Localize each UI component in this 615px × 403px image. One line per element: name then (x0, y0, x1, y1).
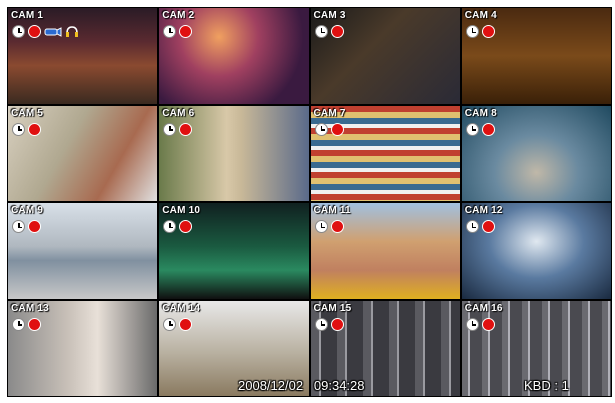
clock-icon (465, 25, 479, 38)
record-indicator-icon (28, 317, 41, 331)
camera-feed-12 (461, 203, 611, 299)
clock-icon (314, 317, 328, 331)
clock-icon (314, 25, 328, 38)
camera-tile-2[interactable]: CAM 2 (159, 8, 309, 104)
clock-icon (12, 25, 25, 38)
camera-label: CAM 10 (162, 205, 201, 216)
camera-tile-7[interactable]: CAM 7 (310, 105, 460, 201)
clock-icon (163, 220, 177, 233)
camera-label: CAM 12 (464, 205, 503, 216)
clock-icon (163, 25, 177, 38)
dvr-multiview-grid: CAM 1 CAM 2 CAM 3 CAM 4 CAM 5 CAM 6 CAM … (7, 7, 612, 397)
camera-label: CAM 4 (464, 10, 497, 21)
camera-motion-icon (44, 26, 62, 37)
clock-icon (12, 220, 25, 233)
camera-label: CAM 13 (11, 302, 49, 314)
camera-tile-6[interactable]: CAM 6 (159, 105, 309, 201)
record-indicator-icon (179, 317, 193, 331)
clock-icon (163, 317, 177, 331)
clock-icon (12, 317, 25, 331)
camera-feed-2 (159, 8, 309, 104)
clock-icon (465, 317, 479, 331)
camera-tile-13[interactable]: CAM 13 (8, 300, 158, 396)
record-indicator-icon (179, 25, 193, 38)
camera-feed-9 (8, 203, 158, 299)
camera-tile-8[interactable]: CAM 8 (461, 105, 611, 201)
camera-tile-3[interactable]: CAM 3 (310, 8, 460, 104)
record-indicator-icon (28, 122, 41, 136)
camera-feed-7 (310, 105, 460, 201)
audio-icon (66, 25, 78, 37)
keyboard-id-display: KBD : 1 (524, 378, 569, 393)
record-indicator-icon (481, 220, 495, 233)
camera-tile-4[interactable]: CAM 4 (461, 8, 611, 104)
camera-label: CAM 9 (11, 205, 44, 216)
record-indicator-icon (330, 220, 344, 233)
clock-icon (314, 122, 328, 136)
camera-feed-4 (461, 8, 611, 104)
record-indicator-icon (179, 220, 193, 233)
record-indicator-icon (28, 220, 41, 233)
camera-label: CAM 16 (464, 302, 503, 314)
camera-feed-5 (8, 105, 158, 201)
camera-label: CAM 8 (464, 107, 497, 119)
camera-label: CAM 11 (313, 205, 351, 216)
camera-tile-11[interactable]: CAM 11 (310, 203, 460, 299)
camera-feed-1 (8, 8, 158, 104)
camera-feed-6 (159, 105, 309, 201)
record-indicator-icon (330, 25, 344, 38)
clock-icon (465, 220, 479, 233)
camera-feed-10 (159, 203, 309, 299)
camera-label: CAM 2 (162, 10, 195, 21)
record-indicator-icon (481, 317, 495, 331)
record-indicator-icon (481, 25, 495, 38)
camera-label: CAM 7 (313, 107, 346, 119)
camera-tile-1[interactable]: CAM 1 (8, 8, 158, 104)
camera-label: CAM 6 (162, 107, 195, 119)
record-indicator-icon (330, 317, 344, 331)
camera-tile-10[interactable]: CAM 10 (159, 203, 309, 299)
camera-feed-3 (310, 8, 460, 104)
record-indicator-icon (179, 122, 193, 136)
camera-tile-12[interactable]: CAM 12 (461, 203, 611, 299)
camera-feed-11 (310, 203, 460, 299)
camera-tile-5[interactable]: CAM 5 (8, 105, 158, 201)
clock-icon (163, 122, 177, 136)
camera-feed-8 (461, 105, 611, 201)
clock-icon (314, 220, 328, 233)
record-indicator-icon (28, 25, 41, 38)
camera-label: CAM 1 (11, 10, 44, 21)
camera-label: CAM 3 (313, 10, 346, 21)
camera-label: CAM 15 (313, 302, 352, 314)
camera-label: CAM 5 (11, 107, 44, 119)
record-indicator-icon (481, 122, 495, 136)
datetime-display: 2008/12/02 09:34:28 (238, 378, 365, 393)
camera-feed-13 (8, 300, 158, 396)
camera-tile-9[interactable]: CAM 9 (8, 203, 158, 299)
clock-icon (12, 122, 25, 136)
clock-icon (465, 122, 479, 136)
camera-label: CAM 14 (162, 302, 201, 314)
record-indicator-icon (330, 122, 344, 136)
